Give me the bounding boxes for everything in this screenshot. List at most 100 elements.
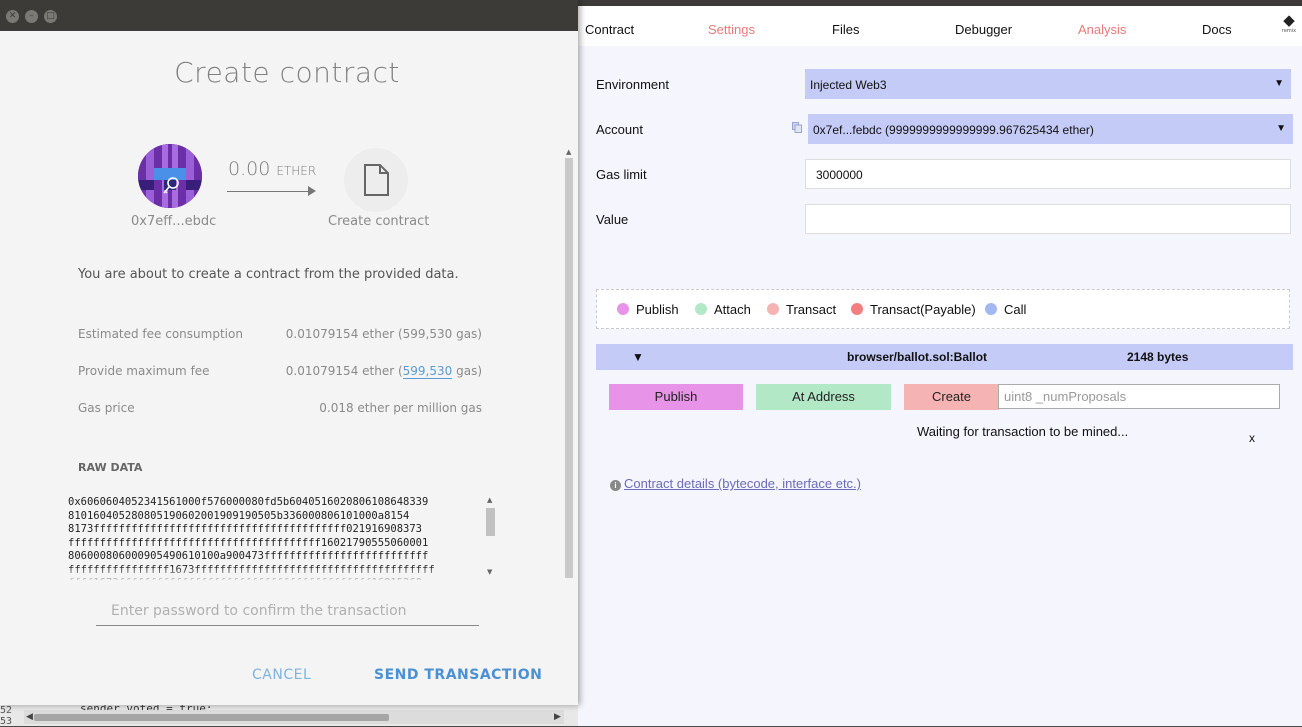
legend-dot: [985, 303, 997, 315]
legend-item-transact: Transact: [767, 302, 836, 317]
tab-files[interactable]: Files: [832, 22, 859, 37]
raw-data-line: 806000806000905490610100a900473fffffffff…: [68, 550, 429, 562]
tab-docs[interactable]: Docs: [1202, 22, 1232, 37]
at-address-button[interactable]: At Address: [756, 384, 891, 410]
status-message: Waiting for transaction to be mined...: [917, 424, 1129, 439]
contract-name: browser/ballot.sol:Ballot: [847, 350, 988, 364]
send-transaction-button[interactable]: SEND TRANSACTION: [374, 667, 542, 683]
minimize-window-icon[interactable]: –: [25, 10, 38, 23]
line-number: 53: [0, 716, 13, 727]
scroll-down-icon[interactable]: ▼: [487, 568, 492, 576]
contract-details-link[interactable]: i Contract details (bytecode, interface e…: [610, 476, 861, 491]
maximize-window-icon[interactable]: □: [44, 10, 57, 23]
amount-unit: ETHER: [276, 164, 317, 178]
value-label: Value: [596, 212, 629, 227]
legend-item-transact-payable: Transact(Payable): [851, 302, 976, 317]
raw-data-line: 8173ffffffffffffffffffffffffffffffffffff…: [68, 523, 423, 535]
gas-limit-label: Gas limit: [596, 167, 647, 182]
legend-dot: [851, 303, 863, 315]
gas-limit-value: 3000000: [816, 168, 863, 182]
tab-analysis[interactable]: Analysis: [1078, 22, 1126, 37]
arrowhead: [308, 186, 316, 196]
window-titlebar: ✕ – □: [0, 0, 578, 31]
environment-value: Injected Web3: [810, 78, 887, 92]
legend-dot: [617, 303, 629, 315]
raw-data-line: ffffffffffffffffffffffffffffffffffffffff…: [68, 536, 429, 549]
contract-header-bar[interactable]: ▼ browser/ballot.sol:Ballot 2148 bytes: [596, 344, 1293, 370]
raw-data-line: 810160405280805190602001909190505b336000…: [68, 509, 410, 522]
from-address: 0x7eff...ebdc: [131, 214, 217, 229]
copy-icon[interactable]: [792, 122, 802, 133]
tab-debugger[interactable]: Debugger: [955, 22, 1012, 37]
remix-logo-text: remix: [1281, 28, 1297, 34]
account-identicon-avatar: [138, 144, 202, 208]
scroll-up-icon[interactable]: ▲: [487, 496, 492, 504]
account-select[interactable]: 0x7ef...febdc (9999999999999999.96762543…: [808, 114, 1293, 144]
dialog-scrollbar[interactable]: ▲: [563, 148, 575, 584]
max-fee-prefix: 0.01079154 ether (: [285, 364, 403, 378]
legend-label: Attach: [714, 302, 751, 317]
gas-limit-input[interactable]: 3000000: [805, 159, 1291, 189]
publish-button[interactable]: Publish: [609, 384, 743, 410]
max-gas-edit-link[interactable]: 599,530: [402, 364, 453, 379]
remix-logo: ◆ remix: [1278, 12, 1300, 42]
cancel-button[interactable]: CANCEL: [252, 667, 311, 683]
dialog-title: Create contract: [174, 56, 400, 89]
password-input[interactable]: [96, 596, 479, 626]
toggle-triangle-icon[interactable]: ▼: [632, 350, 644, 364]
legend-label: Transact: [786, 302, 837, 317]
raw-data-line: 0x6060604052341561000f576000080fd5b60405…: [68, 496, 429, 508]
legend-label: Call: [1004, 302, 1027, 317]
gas-price-value: 0.018 ether per million gas: [319, 401, 482, 415]
editor-horizontal-scrollbar[interactable]: ◀ ▶: [24, 710, 564, 724]
legend-item-attach: Attach: [695, 302, 751, 317]
environment-label: Environment: [596, 77, 669, 92]
contract-details-text[interactable]: Contract details (bytecode, interface et…: [624, 476, 861, 491]
raw-data-fade: [68, 566, 478, 582]
estimated-fee-value: 0.01079154 ether (599,530 gas): [285, 327, 482, 341]
num-proposals-input[interactable]: uint8 _numProposals: [998, 384, 1280, 409]
scroll-up-icon[interactable]: ▲: [566, 148, 571, 156]
line-number: 52: [0, 705, 13, 716]
estimated-fee-label: Estimated fee consumption: [78, 327, 243, 341]
amount-display: 0.00 ETHER: [228, 158, 316, 180]
raw-data-label: RAW DATA: [78, 461, 143, 474]
raw-data-scrollbar[interactable]: ▲ ▼: [485, 496, 496, 576]
legend-label: Publish: [636, 302, 679, 317]
remix-panel: Contract Settings Files Debugger Analysi…: [578, 6, 1302, 726]
scrollbar-thumb[interactable]: [486, 508, 495, 536]
environment-select[interactable]: Injected Web3 ▼: [805, 69, 1291, 99]
caret-down-icon: ▼: [1274, 78, 1284, 89]
caret-down-icon: ▼: [1276, 123, 1286, 134]
close-window-icon[interactable]: ✕: [6, 10, 19, 23]
create-contract-dialog: ✕ – □ Create contract 0x7eff...ebdc 0.00…: [0, 0, 578, 705]
value-input[interactable]: [805, 204, 1291, 234]
info-text: You are about to create a contract from …: [78, 267, 459, 282]
scrollbar-thumb[interactable]: [565, 158, 573, 578]
ethereum-icon: ◆: [1283, 11, 1295, 29]
close-status-button[interactable]: x: [1249, 431, 1255, 445]
tab-settings[interactable]: Settings: [708, 22, 755, 37]
contract-document-icon: [344, 148, 408, 212]
legend-item-call: Call: [985, 302, 1026, 317]
remix-tab-bar: Contract Settings Files Debugger Analysi…: [578, 6, 1302, 46]
to-label: Create contract: [328, 214, 430, 229]
legend-dot: [695, 303, 707, 315]
max-fee-value: 0.01079154 ether (599,530 gas): [285, 364, 482, 379]
max-fee-suffix: gas): [452, 364, 482, 378]
legend-item-publish: Publish: [617, 302, 679, 317]
scrollbar-thumb[interactable]: [34, 714, 389, 721]
scroll-right-icon[interactable]: ▶: [554, 712, 561, 722]
gas-price-label: Gas price: [78, 401, 135, 415]
info-icon: i: [610, 480, 621, 491]
max-fee-label: Provide maximum fee: [78, 364, 210, 378]
contract-size: 2148 bytes: [1127, 350, 1189, 364]
arrow-right-icon: [227, 191, 309, 192]
create-button[interactable]: Create: [904, 384, 999, 410]
amount-value: 0.00: [228, 158, 271, 180]
account-label: Account: [596, 122, 643, 137]
tab-contract[interactable]: Contract: [585, 22, 634, 37]
scroll-left-icon[interactable]: ◀: [26, 712, 33, 722]
account-value: 0x7ef...febdc (9999999999999999.96762543…: [813, 123, 1094, 137]
action-legend: Publish Attach Transact Transact(Payable…: [596, 289, 1290, 329]
